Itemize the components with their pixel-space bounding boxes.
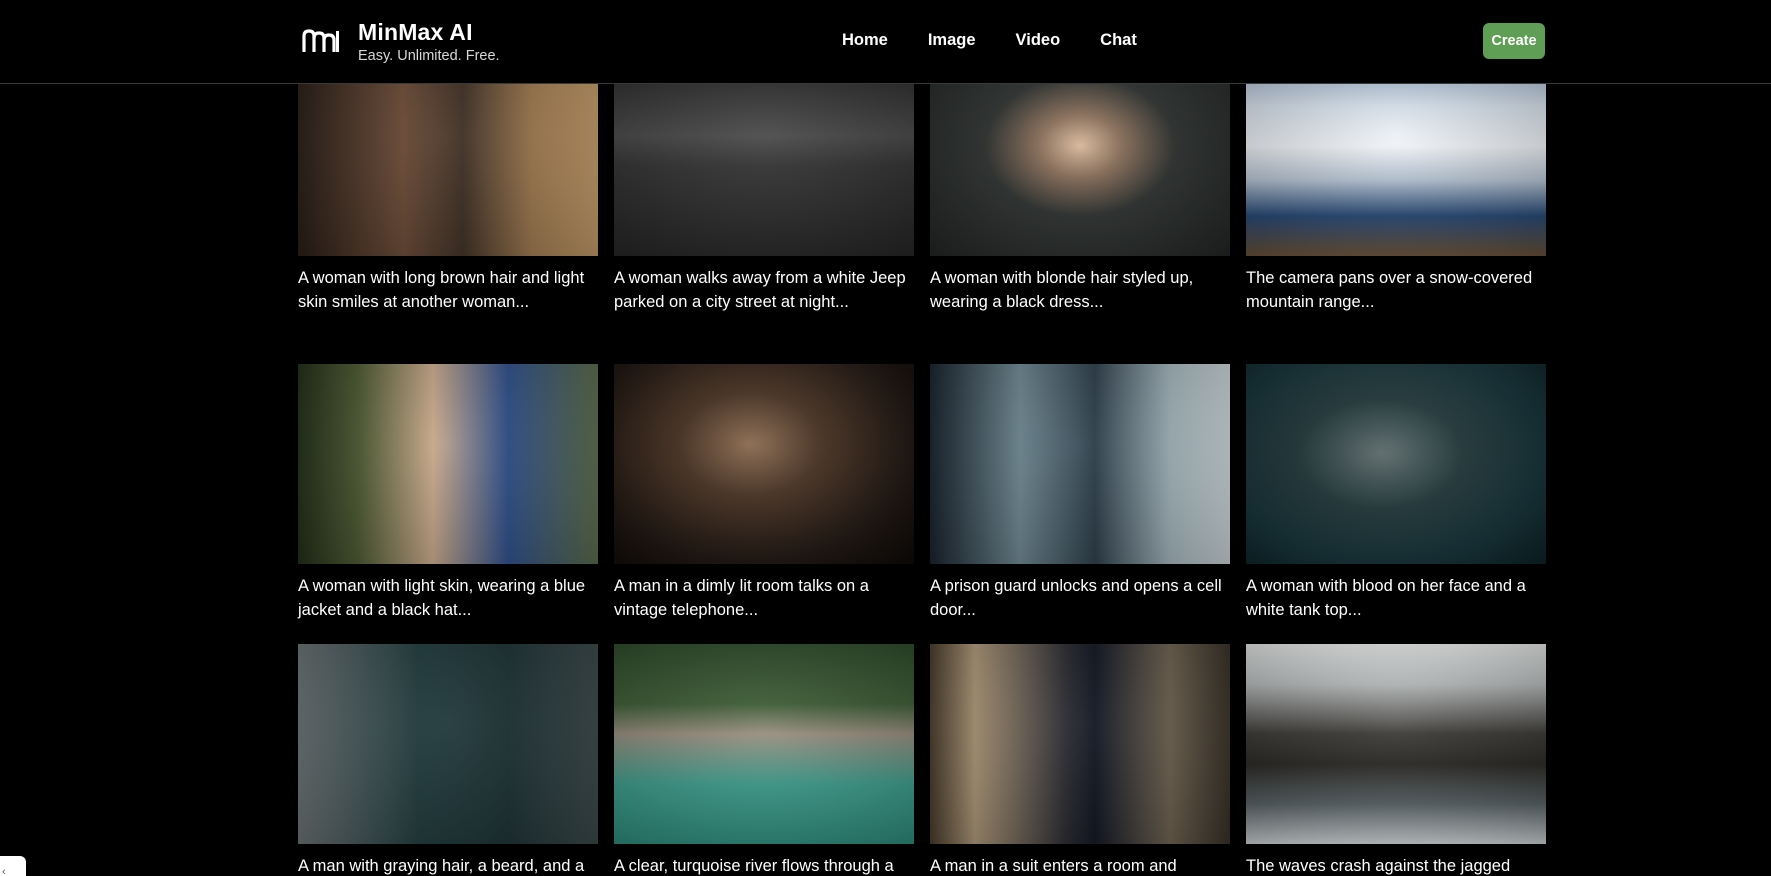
video-thumbnail[interactable] — [930, 364, 1230, 564]
nav-chat[interactable]: Chat — [1100, 29, 1137, 51]
brand-tagline: Easy. Unlimited. Free. — [358, 48, 500, 64]
video-card[interactable]: A woman with long brown hair and light s… — [298, 56, 598, 314]
chevron-icon: ‹ — [2, 866, 6, 876]
video-caption: A prison guard unlocks and opens a cell … — [930, 577, 1222, 619]
brand-text: MinMax AI Easy. Unlimited. Free. — [358, 18, 500, 65]
video-card[interactable]: A woman walks away from a white Jeep par… — [614, 56, 914, 314]
video-card[interactable]: A man in a suit enters a room and speaks — [930, 644, 1230, 876]
brand[interactable]: MinMax AI Easy. Unlimited. Free. — [302, 18, 500, 65]
video-thumbnail[interactable] — [1246, 364, 1546, 564]
video-thumbnail[interactable] — [1246, 56, 1546, 256]
nav-home[interactable]: Home — [842, 29, 888, 51]
video-thumbnail[interactable] — [614, 364, 914, 564]
top-header: MinMax AI Easy. Unlimited. Free. Home Im… — [0, 0, 1771, 84]
video-card[interactable]: A woman with light skin, wearing a blue … — [298, 364, 598, 622]
video-thumbnail[interactable] — [930, 644, 1230, 844]
video-caption: A clear, turquoise river flows through a — [614, 857, 894, 875]
video-caption: A man with graying hair, a beard, and a — [298, 857, 585, 875]
brand-title: MinMax AI — [358, 19, 473, 45]
video-caption: A man in a dimly lit room talks on a vin… — [614, 577, 869, 619]
video-card[interactable]: A man in a dimly lit room talks on a vin… — [614, 364, 914, 622]
main-nav: Home Image Video Chat — [842, 29, 1177, 51]
minmax-logo-icon — [302, 29, 339, 52]
video-thumbnail[interactable] — [298, 364, 598, 564]
video-card[interactable]: The camera pans over a snow-covered moun… — [1246, 56, 1546, 314]
video-caption: The waves crash against the jagged — [1246, 857, 1511, 875]
video-thumbnail[interactable] — [1246, 644, 1546, 844]
video-thumbnail[interactable] — [298, 644, 598, 844]
nav-image[interactable]: Image — [928, 29, 976, 51]
video-card[interactable]: The waves crash against the jagged — [1246, 644, 1546, 876]
video-caption: A woman with light skin, wearing a blue … — [298, 577, 586, 619]
video-caption: A woman with blood on her face and a whi… — [1246, 577, 1526, 619]
video-card[interactable]: A woman with blonde hair styled up, wear… — [930, 56, 1230, 314]
nav-video[interactable]: Video — [1016, 29, 1061, 51]
corner-toggle[interactable]: ‹ — [0, 856, 26, 876]
video-caption: A woman with blonde hair styled up, wear… — [930, 269, 1194, 311]
video-caption: A man in a suit enters a room and speaks — [930, 857, 1177, 875]
video-thumbnail[interactable] — [298, 56, 598, 256]
create-button[interactable]: Create — [1483, 23, 1545, 59]
video-thumbnail[interactable] — [930, 56, 1230, 256]
video-caption: The camera pans over a snow-covered moun… — [1246, 269, 1533, 311]
video-caption: A woman walks away from a white Jeep par… — [614, 269, 906, 311]
video-card[interactable]: A prison guard unlocks and opens a cell … — [930, 364, 1230, 622]
video-thumbnail[interactable] — [614, 56, 914, 256]
video-caption: A woman with long brown hair and light s… — [298, 269, 585, 311]
video-card[interactable]: A woman with blood on her face and a whi… — [1246, 364, 1546, 622]
video-card[interactable]: A clear, turquoise river flows through a — [614, 644, 914, 876]
video-card[interactable]: A man with graying hair, a beard, and a — [298, 644, 598, 876]
video-thumbnail[interactable] — [614, 644, 914, 844]
